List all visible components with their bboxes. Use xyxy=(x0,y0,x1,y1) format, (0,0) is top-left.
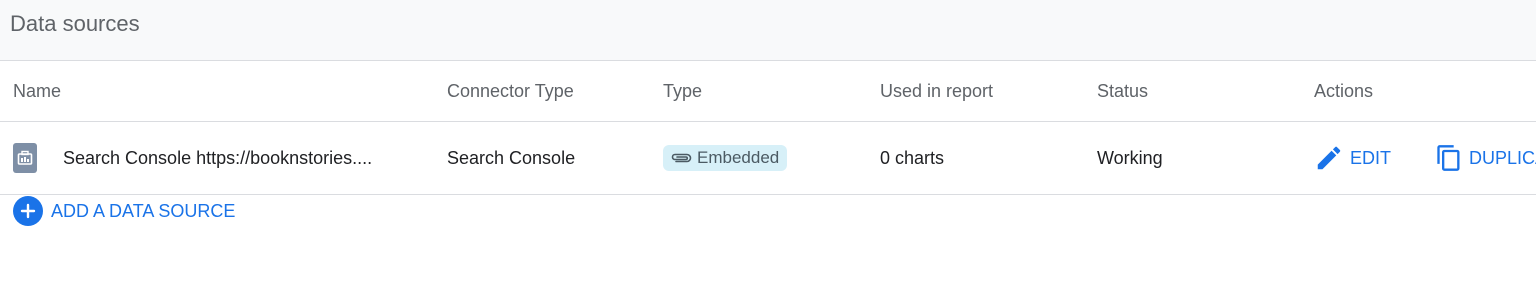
connector-type-value: Search Console xyxy=(447,147,576,168)
data-source-name-cell[interactable]: Search Console https://booknstories.... xyxy=(13,122,372,194)
data-source-name: Search Console https://booknstories.... xyxy=(63,147,373,168)
used-in-report-value: 0 charts xyxy=(880,147,945,168)
plus-circle-icon xyxy=(13,196,43,226)
data-sources-table: Name Connector Type Type Used in report … xyxy=(0,61,1536,195)
column-header-connector-type: Connector Type xyxy=(447,80,574,101)
status-value: Working xyxy=(1097,147,1163,168)
search-console-icon xyxy=(13,143,37,173)
paperclip-icon xyxy=(671,153,692,163)
edit-button[interactable]: EDIT xyxy=(1314,143,1391,173)
embedded-chip-label: Embedded xyxy=(697,148,780,167)
copy-icon xyxy=(1437,145,1460,171)
embedded-chip: Embedded xyxy=(663,145,788,171)
actions-cell: EDIT DUPLICA xyxy=(1314,122,1536,194)
page-title: Data sources xyxy=(10,11,140,36)
type-cell: Embedded xyxy=(663,122,788,194)
edit-button-label: EDIT xyxy=(1350,147,1392,168)
column-header-type: Type xyxy=(663,80,703,101)
duplicate-button[interactable]: DUPLICA xyxy=(1435,144,1536,172)
add-data-source-label: ADD A DATA SOURCE xyxy=(51,200,236,221)
column-header-used-in-report: Used in report xyxy=(880,80,994,101)
duplicate-button-label: DUPLICA xyxy=(1469,147,1536,168)
table-header-row: Name Connector Type Type Used in report … xyxy=(0,61,1536,122)
add-data-source-button[interactable]: ADD A DATA SOURCE xyxy=(13,196,235,226)
column-header-actions: Actions xyxy=(1314,80,1374,101)
column-header-name: Name xyxy=(13,80,62,101)
page-header: Data sources xyxy=(0,0,1536,61)
table-row[interactable]: Search Console https://booknstories.... … xyxy=(0,122,1536,195)
column-header-status: Status xyxy=(1097,80,1149,101)
pencil-icon xyxy=(1317,146,1341,170)
